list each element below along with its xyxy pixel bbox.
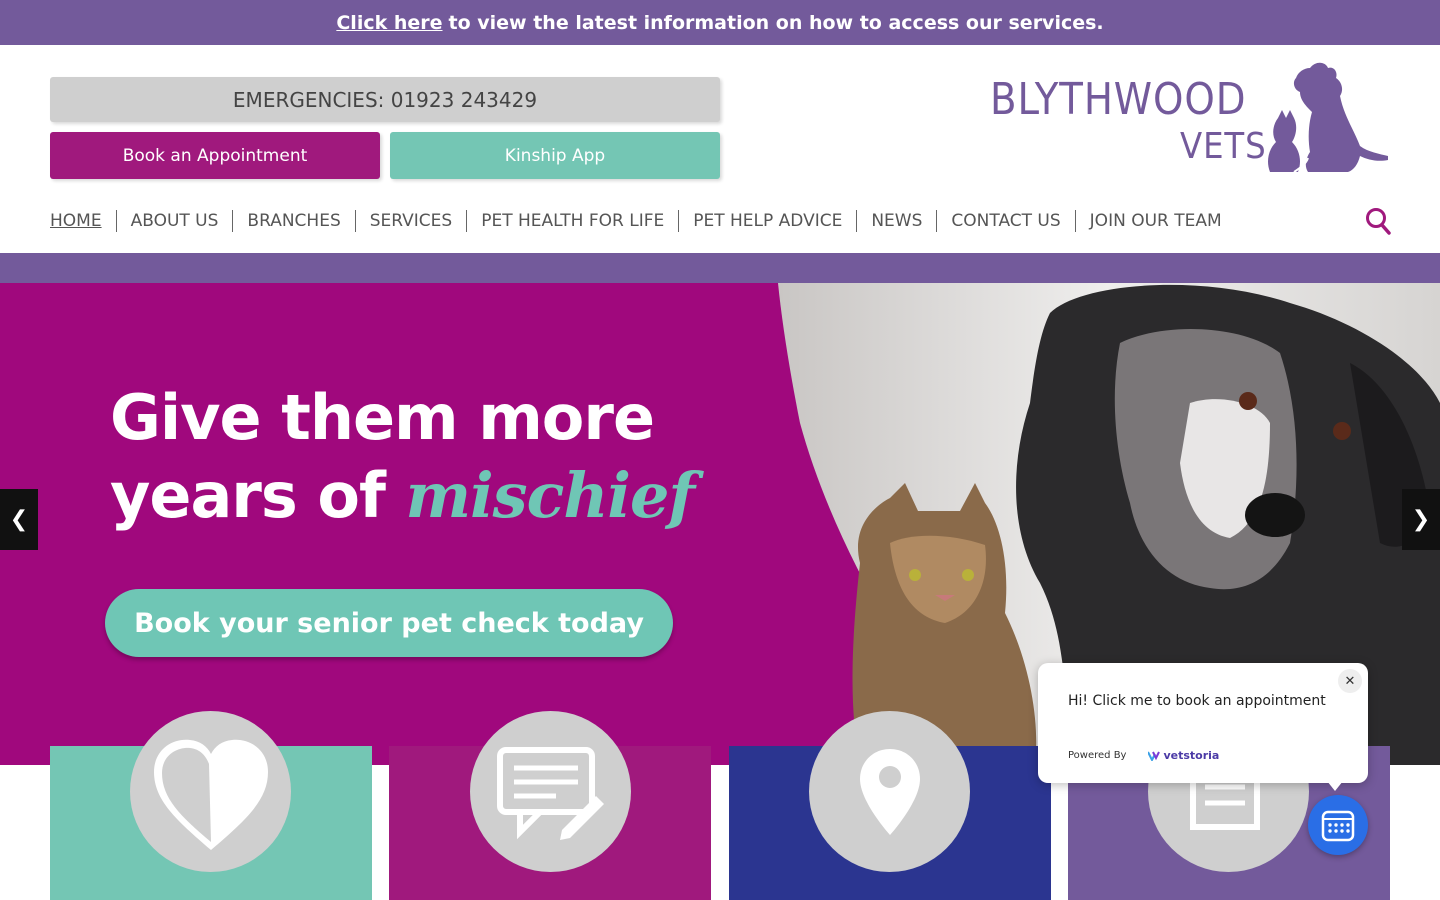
search-icon[interactable] (1365, 207, 1391, 235)
map-pin-icon (809, 711, 970, 872)
notice-text: to view the latest information on how to… (448, 11, 1104, 34)
nav-pet-help-advice[interactable]: PET HELP ADVICE (678, 210, 856, 232)
notice-bar: Click here to view the latest informatio… (0, 0, 1440, 45)
nav-services[interactable]: SERVICES (354, 210, 466, 232)
booking-calendar-button[interactable] (1308, 795, 1368, 855)
hero-line2: years of (110, 459, 406, 532)
slider-next-button[interactable]: ❯ (1402, 489, 1440, 550)
powered-by-label: Powered By (1068, 750, 1127, 761)
logo-text-vets: VETS (1180, 126, 1267, 167)
site-logo[interactable]: BLYTHWOOD VETS (988, 60, 1390, 175)
chat-message[interactable]: Hi! Click me to book an appointment (1068, 693, 1326, 709)
nav-join-our-team[interactable]: JOIN OUR TEAM (1074, 210, 1236, 232)
vetstoria-logo: vetstoria (1148, 749, 1219, 762)
chat-tail (1327, 781, 1343, 791)
vetstoria-mark-icon (1148, 751, 1161, 761)
purple-band (0, 253, 1440, 283)
chat-close-button[interactable]: ✕ (1338, 669, 1362, 693)
main-nav: HOME ABOUT US BRANCHES SERVICES PET HEAL… (50, 208, 1236, 234)
nav-about-us[interactable]: ABOUT US (115, 210, 233, 232)
hero-headline: Give them more years of mischief (110, 379, 696, 535)
hero-accent-word: mischief (405, 459, 696, 532)
nav-contact-us[interactable]: CONTACT US (936, 210, 1074, 232)
nav-news[interactable]: NEWS (856, 210, 936, 232)
calendar-icon (1321, 810, 1355, 842)
nav-pet-health-for-life[interactable]: PET HEALTH FOR LIFE (466, 210, 678, 232)
nav-home[interactable]: HOME (50, 210, 116, 232)
notice-link[interactable]: Click here (336, 12, 442, 34)
heart-icon (130, 711, 291, 872)
dog-cat-silhouette-icon (1268, 62, 1388, 173)
powered-by: Powered By vetstoria (1068, 749, 1219, 762)
message-edit-icon (470, 711, 631, 872)
logo-text-blythwood: BLYTHWOOD (990, 74, 1247, 125)
slider-prev-button[interactable]: ❮ (0, 489, 38, 550)
senior-pet-check-button[interactable]: Book your senior pet check today (105, 589, 673, 657)
kinship-app-button[interactable]: Kinship App (390, 132, 720, 179)
book-appointment-button[interactable]: Book an Appointment (50, 132, 380, 179)
vetstoria-brand: vetstoria (1163, 749, 1220, 762)
emergency-phone[interactable]: EMERGENCIES: 01923 243429 (50, 77, 720, 122)
hero-line1: Give them more (110, 381, 655, 454)
booking-chat-popup[interactable]: ✕ Hi! Click me to book an appointment Po… (1038, 663, 1368, 791)
nav-branches[interactable]: BRANCHES (232, 210, 354, 232)
